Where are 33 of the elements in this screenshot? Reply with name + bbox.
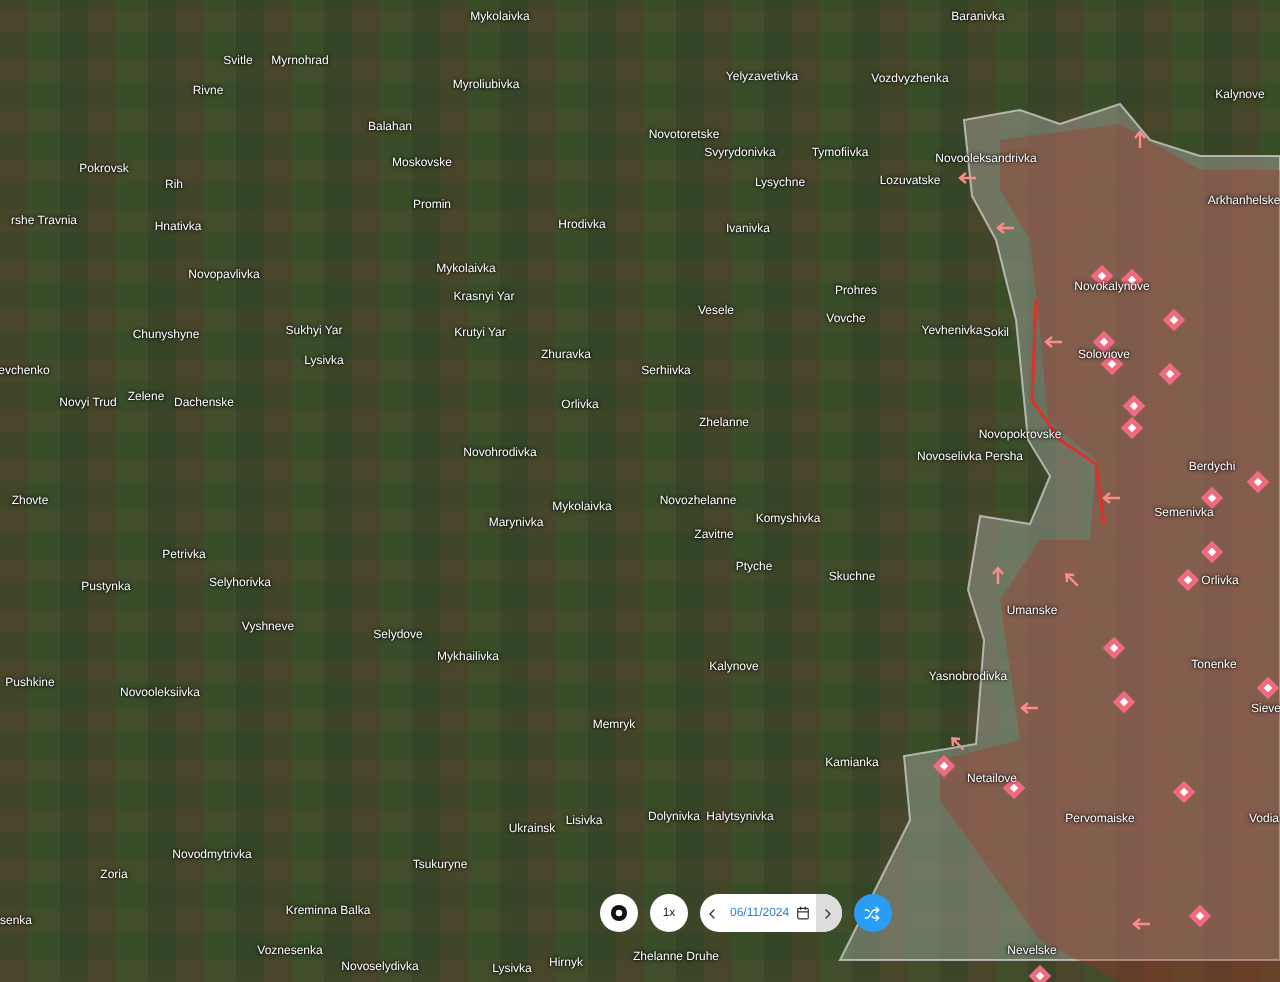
arrow-icon (1102, 491, 1122, 505)
arrow-icon (1132, 917, 1152, 931)
calendar-icon (795, 906, 810, 920)
explosion-marker-icon (1172, 780, 1196, 804)
explosion-marker-icon (1256, 676, 1280, 700)
chevron-left-icon (704, 905, 720, 921)
shuffle-icon (864, 905, 881, 921)
explosion-marker-icon (1246, 470, 1270, 494)
settings-button[interactable] (600, 894, 638, 932)
arrow-icon (1065, 573, 1079, 587)
map-view[interactable] (0, 0, 1280, 982)
explosion-marker-icon (1112, 690, 1136, 714)
explosion-marker-icon (1028, 964, 1052, 982)
arrow-icon (1133, 130, 1147, 150)
arrow-icon (996, 221, 1016, 235)
arrow-icon (951, 737, 965, 751)
settings-icon (610, 904, 628, 922)
explosion-marker-icon (1158, 362, 1182, 386)
arrow-icon (1020, 701, 1040, 715)
explosion-marker-icon (1200, 540, 1224, 564)
explosion-marker-icon (1102, 636, 1126, 660)
explosion-marker-icon (932, 754, 956, 778)
explosion-marker-icon (1120, 416, 1144, 440)
explosion-marker-icon (1176, 568, 1200, 592)
explosion-marker-icon (1188, 904, 1212, 928)
arrow-icon (991, 566, 1005, 586)
arrow-icon (1044, 335, 1064, 349)
arrow-icon (958, 171, 978, 185)
shuffle-button[interactable] (853, 894, 892, 932)
explosion-marker-icon (1122, 394, 1146, 418)
explosion-marker-icon (1162, 308, 1186, 332)
next-day-button[interactable] (815, 894, 842, 932)
explosion-marker-icon (1200, 486, 1224, 510)
